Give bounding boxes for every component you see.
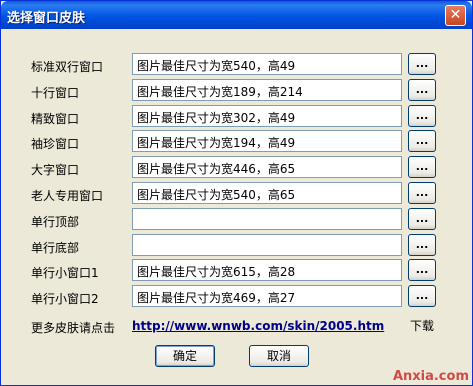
row-label: 大字窗口 (31, 163, 80, 177)
browse-button[interactable]: ... (408, 130, 436, 152)
close-button[interactable]: ✕ (445, 5, 466, 26)
browse-button[interactable]: ... (408, 53, 436, 75)
skin-path-field[interactable]: 图片最佳尺寸为宽446，高65 (132, 156, 402, 178)
skin-path-field[interactable]: 图片最佳尺寸为宽540，高65 (132, 182, 402, 204)
row-label: 单行底部 (31, 241, 80, 255)
row-label: 单行小窗口2 (31, 292, 99, 306)
row-label: 精致窗口 (31, 112, 80, 126)
row-label: 标准双行窗口 (31, 60, 104, 74)
row-label: 单行顶部 (31, 215, 80, 229)
browse-button[interactable]: ... (408, 259, 436, 281)
skin-path-field[interactable]: 图片最佳尺寸为宽540，高49 (132, 53, 402, 75)
browse-button[interactable]: ... (408, 234, 436, 256)
browse-button[interactable]: ... (408, 156, 436, 178)
skin-website-link[interactable]: http://www.wnwb.com/skin/2005.htm (132, 319, 384, 333)
window-title: 选择窗口皮肤 (7, 11, 86, 26)
row-label: 十行窗口 (31, 86, 80, 100)
skin-path-field[interactable]: 图片最佳尺寸为宽302，高49 (132, 105, 402, 127)
title-bar: 选择窗口皮肤 ✕ (1, 1, 472, 29)
browse-button[interactable]: ... (408, 285, 436, 307)
skin-path-field[interactable] (132, 234, 402, 256)
skin-path-field[interactable] (132, 208, 402, 230)
skin-path-field[interactable]: 图片最佳尺寸为宽469，高27 (132, 285, 402, 307)
browse-button[interactable]: ... (408, 208, 436, 230)
browse-button[interactable]: ... (408, 105, 436, 127)
skin-path-field[interactable]: 图片最佳尺寸为宽615，高28 (132, 259, 402, 281)
browse-button[interactable]: ... (408, 182, 436, 204)
skin-path-field[interactable]: 图片最佳尺寸为宽189，高214 (132, 79, 402, 101)
ok-button[interactable]: 确定 (155, 345, 215, 367)
cancel-button[interactable]: 取消 (249, 345, 309, 367)
skin-path-field[interactable]: 图片最佳尺寸为宽194，高49 (132, 130, 402, 152)
download-label: 下载 (410, 319, 435, 333)
watermark-logo: Anxia.com (392, 369, 469, 384)
row-label: 单行小窗口1 (31, 266, 99, 280)
skin-dialog: 选择窗口皮肤 ✕ 标准双行窗口 图片最佳尺寸为宽540，高49... 十行窗口 图片最… (0, 0, 473, 386)
more-skins-label: 更多皮肤请点击 (31, 321, 116, 335)
row-label: 老人专用窗口 (31, 189, 104, 203)
row-label: 袖珍窗口 (31, 137, 80, 151)
browse-button[interactable]: ... (408, 79, 436, 101)
